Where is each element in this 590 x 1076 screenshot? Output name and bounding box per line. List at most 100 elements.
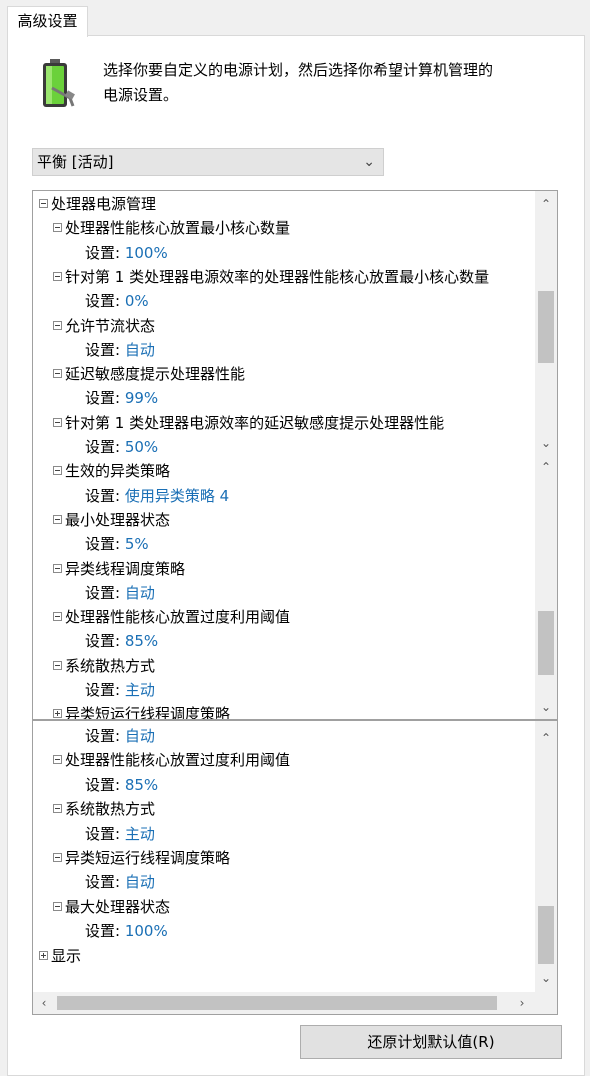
scroll-left-arrow-icon[interactable]: ‹ [33, 992, 55, 1014]
tree-item-row[interactable]: 生效的异类策略 [53, 459, 170, 483]
tree-item-row[interactable]: 最大处理器状态 [53, 895, 170, 919]
setting-value-link[interactable]: 5% [125, 535, 149, 553]
setting-value-row[interactable]: 设置: 自动 [85, 870, 155, 894]
setting-value-row[interactable]: 设置: 使用异类策略 4 [85, 484, 229, 508]
tree-item-row[interactable]: 延迟敏感度提示处理器性能 [53, 362, 245, 386]
setting-value-link[interactable]: 自动 [125, 727, 155, 745]
setting-value-link[interactable]: 主动 [125, 681, 155, 699]
tree-item-row[interactable]: 异类短运行线程调度策略 [53, 846, 230, 870]
setting-value-row[interactable]: 设置: 85% [85, 629, 158, 653]
tree-item-label: 异类短运行线程调度策略 [65, 849, 231, 867]
scroll-thumb[interactable] [538, 291, 554, 363]
collapse-minus-icon[interactable] [53, 320, 62, 330]
tree-item-label: 显示 [51, 946, 82, 965]
collapse-minus-icon[interactable] [53, 804, 62, 814]
power-plan-select[interactable]: 平衡 [活动] ⌄ [32, 148, 384, 176]
setting-value-row[interactable]: 设置: 5% [85, 532, 149, 556]
collapse-minus-icon[interactable] [53, 271, 62, 281]
setting-label: 设置: [85, 583, 125, 602]
expand-plus-icon[interactable] [53, 709, 62, 719]
collapse-minus-icon[interactable] [53, 563, 62, 573]
scroll-right-arrow-icon[interactable]: › [511, 992, 533, 1014]
tree-item-label: 处理器性能核心放置最小核心数量 [65, 219, 291, 238]
scroll-up-arrow-icon[interactable]: ⌃ [535, 456, 557, 478]
horizontal-scrollbar[interactable]: ‹ › [33, 992, 557, 1014]
setting-value-link[interactable]: 99% [125, 389, 158, 407]
setting-value-link[interactable]: 自动 [125, 341, 155, 359]
settings-tree-bottom[interactable]: 设置: 自动 处理器性能核心放置过度利用阈值 设置: 85% 系统散热方式 设置: 主动… [32, 720, 558, 1015]
setting-value-row[interactable]: 设置: 100% [85, 241, 168, 265]
tree-item-label: 生效的异类策略 [65, 462, 171, 481]
scroll-down-arrow-icon[interactable]: ⌄ [535, 432, 557, 454]
setting-value-link[interactable]: 100% [125, 244, 168, 262]
setting-label: 设置: [85, 824, 125, 843]
tree-item-row[interactable]: 最小处理器状态 [53, 508, 170, 532]
setting-value-link[interactable]: 50% [125, 438, 158, 456]
scroll-thumb[interactable] [538, 611, 554, 675]
collapse-minus-icon[interactable] [53, 901, 62, 911]
setting-label: 设置: [85, 727, 125, 745]
restore-defaults-button[interactable]: 还原计划默认值(R) [300, 1025, 562, 1059]
vertical-scrollbar[interactable]: ⌃ ⌄ [535, 721, 557, 992]
scroll-thumb[interactable] [538, 906, 554, 964]
scroll-down-arrow-icon[interactable]: ⌄ [535, 696, 557, 718]
setting-value-link[interactable]: 100% [125, 922, 168, 940]
tree-item-row[interactable]: 系统散热方式 [53, 797, 155, 821]
setting-value-link[interactable]: 0% [125, 292, 149, 310]
setting-value-row[interactable]: 设置: 50% [85, 435, 158, 459]
setting-value-row[interactable]: 设置: 100% [85, 919, 168, 943]
setting-label: 设置: [85, 486, 125, 505]
scroll-up-arrow-icon[interactable]: ⌃ [535, 193, 557, 215]
scroll-up-arrow-icon[interactable]: ⌃ [535, 727, 557, 749]
collapse-minus-icon[interactable] [39, 199, 48, 208]
collapse-minus-icon[interactable] [53, 514, 62, 524]
tree-item-row[interactable]: 异类短运行线程调度策略 [53, 702, 230, 719]
setting-label: 设置: [85, 389, 125, 408]
tree-item-row[interactable]: 处理器性能核心放置过度利用阈值 [53, 748, 290, 772]
collapse-minus-icon[interactable] [53, 466, 62, 476]
setting-value-row[interactable]: 设置: 自动 [85, 338, 155, 362]
collapse-minus-icon[interactable] [53, 660, 62, 670]
tree-item-label: 最大处理器状态 [65, 897, 171, 916]
setting-value-row[interactable]: 设置: 0% [85, 289, 149, 313]
settings-tree-top[interactable]: 处理器电源管理 处理器性能核心放置最小核心数量 设置: 100% 针对第 1 类处理器… [32, 190, 558, 720]
expand-plus-icon[interactable] [39, 950, 48, 960]
tree-group-row[interactable]: 处理器电源管理 [39, 192, 156, 216]
vertical-scrollbar[interactable]: ⌃ ⌄ ⌃ ⌄ [535, 191, 557, 719]
setting-value-link[interactable]: 自动 [125, 584, 155, 602]
setting-value-link[interactable]: 85% [125, 776, 158, 794]
setting-label: 设置: [85, 292, 125, 311]
tree-item-row[interactable]: 允许节流状态 [53, 314, 155, 338]
scroll-down-arrow-icon[interactable]: ⌄ [535, 967, 557, 989]
setting-label: 设置: [85, 681, 125, 699]
battery-plug-icon [43, 59, 75, 107]
tree-item-label: 最小处理器状态 [65, 510, 171, 529]
tree-item-row[interactable]: 处理器性能核心放置过度利用阈值 [53, 605, 290, 629]
setting-value-link[interactable]: 主动 [125, 825, 155, 843]
tree-group-row[interactable]: 显示 [39, 944, 81, 968]
setting-value-row[interactable]: 设置: 自动 [85, 724, 155, 748]
collapse-minus-icon[interactable] [53, 853, 62, 862]
tree-item-row[interactable]: 处理器性能核心放置最小核心数量 [53, 216, 290, 240]
tree-item-row[interactable]: 系统散热方式 [53, 654, 155, 678]
setting-value-row[interactable]: 设置: 85% [85, 773, 158, 797]
setting-value-row[interactable]: 设置: 自动 [85, 581, 155, 605]
collapse-minus-icon[interactable] [53, 223, 62, 233]
setting-value-row[interactable]: 设置: 主动 [85, 822, 155, 846]
tree-item-row[interactable]: 针对第 1 类处理器电源效率的处理器性能核心放置最小核心数量 [53, 265, 489, 289]
setting-value-link[interactable]: 85% [125, 632, 158, 650]
collapse-minus-icon[interactable] [53, 612, 62, 622]
setting-value-row[interactable]: 设置: 99% [85, 386, 158, 410]
collapse-minus-icon[interactable] [53, 755, 62, 765]
tree-item-row[interactable]: 异类线程调度策略 [53, 557, 185, 581]
tab-advanced-settings[interactable]: 高级设置 [7, 6, 88, 37]
tree-item-label: 系统散热方式 [65, 656, 156, 675]
collapse-minus-icon[interactable] [53, 417, 62, 427]
collapse-minus-icon[interactable] [53, 369, 62, 379]
scroll-thumb[interactable] [57, 996, 497, 1010]
chevron-down-icon: ⌄ [363, 154, 375, 170]
setting-value-link[interactable]: 使用异类策略 4 [125, 487, 229, 505]
tree-item-row[interactable]: 针对第 1 类处理器电源效率的延迟敏感度提示处理器性能 [53, 411, 444, 435]
setting-value-link[interactable]: 自动 [125, 873, 155, 891]
setting-value-row[interactable]: 设置: 主动 [85, 678, 155, 702]
